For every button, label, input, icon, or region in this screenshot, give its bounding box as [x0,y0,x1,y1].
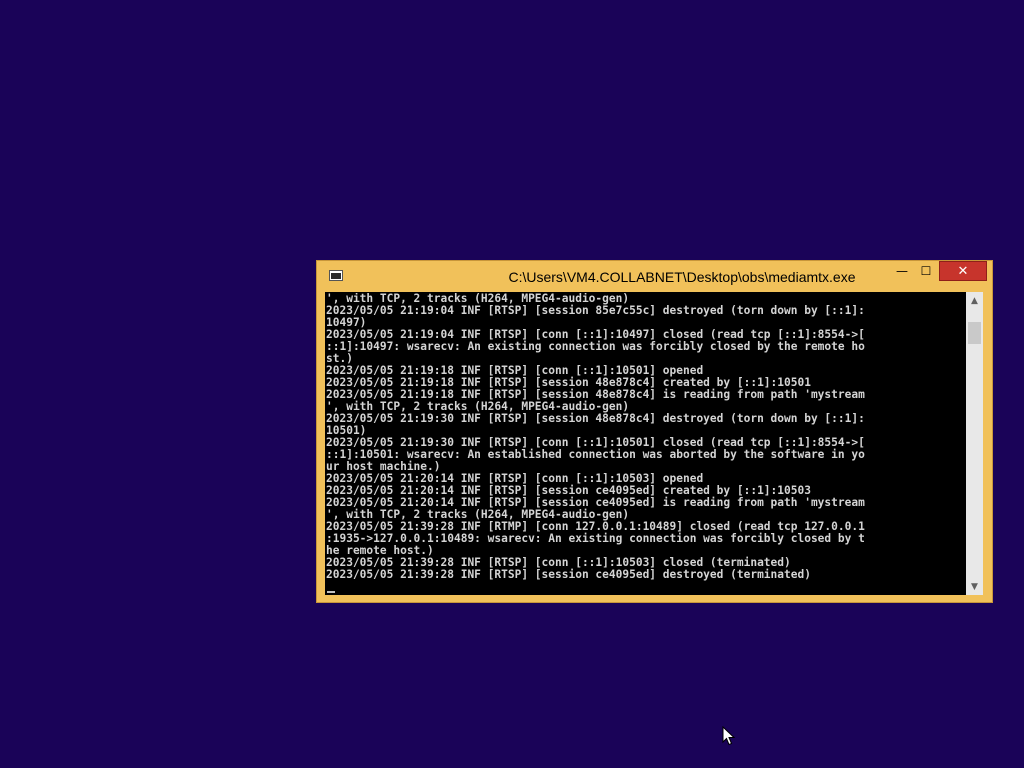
console-window: C:\Users\VM4.COLLABNET\Desktop\obs\media… [316,260,993,603]
text-cursor [327,591,335,593]
console-line: 2023/05/05 21:19:30 INF [RTSP] [session … [326,412,865,425]
console-output-area[interactable]: ', with TCP, 2 tracks (H264, MPEG4-audio… [325,292,983,595]
title-bar[interactable]: C:\Users\VM4.COLLABNET\Desktop\obs\media… [317,261,992,292]
console-line: 2023/05/05 21:39:28 INF [RTSP] [session … [326,568,811,581]
vertical-scrollbar[interactable]: ▲ ▼ [966,292,983,595]
console-line: 2023/05/05 21:19:04 INF [RTSP] [session … [326,304,865,317]
minimize-button[interactable]: — [889,261,915,281]
console-line: ::1]:10497: wsarecv: An existing connect… [326,340,865,353]
maximize-button[interactable]: ☐ [915,261,937,281]
window-title: C:\Users\VM4.COLLABNET\Desktop\obs\media… [508,269,856,285]
scroll-up-arrow-icon[interactable]: ▲ [966,292,983,309]
mouse-pointer-icon [722,726,736,746]
desktop: C:\Users\VM4.COLLABNET\Desktop\obs\media… [0,0,1024,768]
scroll-down-arrow-icon[interactable]: ▼ [966,578,983,595]
console-log-text: ', with TCP, 2 tracks (H264, MPEG4-audio… [326,293,968,581]
scroll-thumb[interactable] [968,322,981,344]
close-button[interactable]: ✕ [939,261,987,281]
console-app-icon[interactable] [329,270,343,281]
